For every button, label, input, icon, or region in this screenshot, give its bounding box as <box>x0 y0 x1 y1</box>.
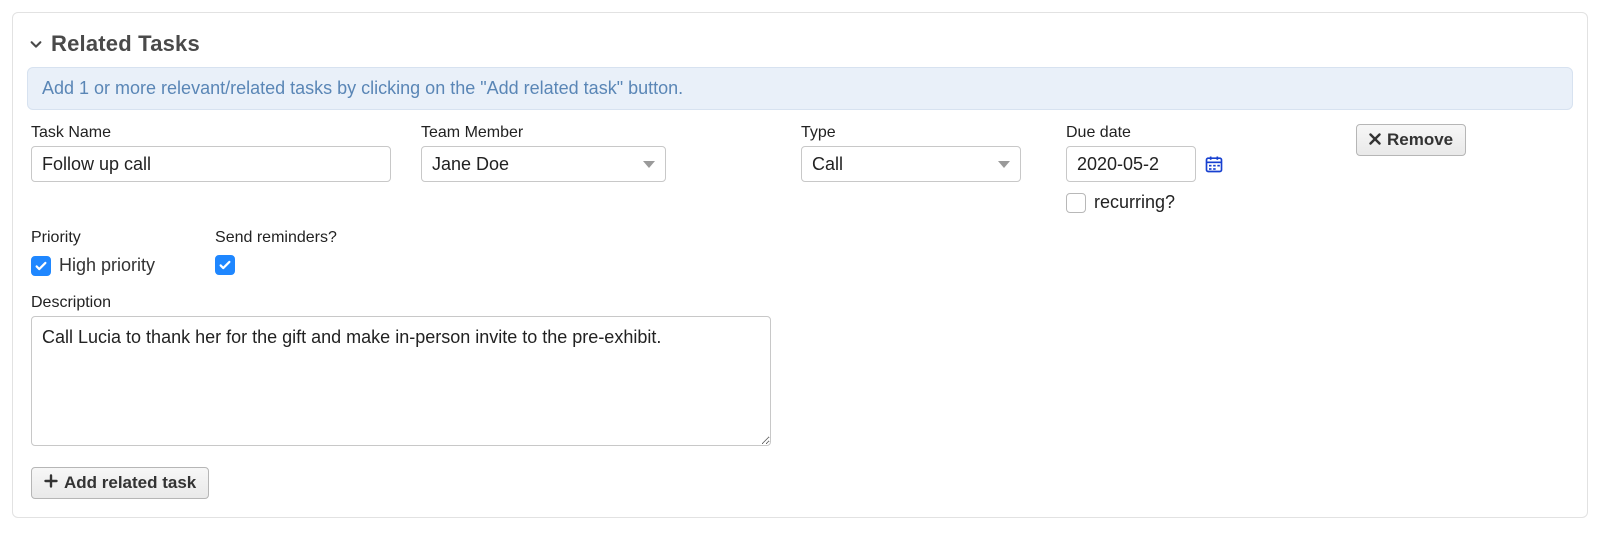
task-row: Task Name Team Member Jane Doe Type Call… <box>31 124 1569 451</box>
send-reminders-label: Send reminders? <box>215 229 337 247</box>
plus-icon <box>44 473 58 493</box>
dropdown-caret-icon <box>998 161 1010 168</box>
team-member-value: Jane Doe <box>432 152 635 176</box>
description-field: Description <box>31 294 771 451</box>
remove-col: Remove <box>1356 124 1496 156</box>
send-reminders-checkbox[interactable] <box>215 255 235 275</box>
recurring-checkbox[interactable] <box>1066 193 1086 213</box>
remove-button[interactable]: Remove <box>1356 124 1466 156</box>
task-name-field: Task Name <box>31 124 391 182</box>
type-label: Type <box>801 124 1036 142</box>
team-member-label: Team Member <box>421 124 771 142</box>
close-icon <box>1369 130 1381 150</box>
type-field: Type Call <box>801 124 1036 182</box>
team-member-field: Team Member Jane Doe <box>421 124 771 182</box>
task-name-input[interactable] <box>31 146 391 182</box>
dropdown-caret-icon <box>643 161 655 168</box>
due-date-input[interactable] <box>1066 146 1196 182</box>
calendar-icon[interactable] <box>1204 154 1224 174</box>
section-toggle[interactable]: Related Tasks <box>29 31 1573 57</box>
priority-label: Priority <box>31 229 155 247</box>
high-priority-checkbox[interactable] <box>31 256 51 276</box>
team-member-select[interactable]: Jane Doe <box>421 146 666 182</box>
add-related-task-button[interactable]: Add related task <box>31 467 209 499</box>
add-related-task-label: Add related task <box>64 473 196 493</box>
priority-field: Priority High priority <box>31 229 155 276</box>
type-select[interactable]: Call <box>801 146 1021 182</box>
due-date-label: Due date <box>1066 124 1326 142</box>
description-textarea[interactable] <box>31 316 771 446</box>
send-reminders-field: Send reminders? <box>215 229 337 275</box>
section-title: Related Tasks <box>51 31 200 57</box>
remove-button-label: Remove <box>1387 130 1453 150</box>
chevron-down-icon <box>29 37 43 51</box>
hint-banner: Add 1 or more relevant/related tasks by … <box>27 67 1573 110</box>
due-date-field: Due date <box>1066 124 1326 213</box>
type-value: Call <box>812 152 990 176</box>
task-name-label: Task Name <box>31 124 391 142</box>
recurring-label: recurring? <box>1094 192 1175 213</box>
related-tasks-panel: Related Tasks Add 1 or more relevant/rel… <box>12 12 1588 518</box>
description-label: Description <box>31 294 771 312</box>
high-priority-label: High priority <box>59 255 155 276</box>
